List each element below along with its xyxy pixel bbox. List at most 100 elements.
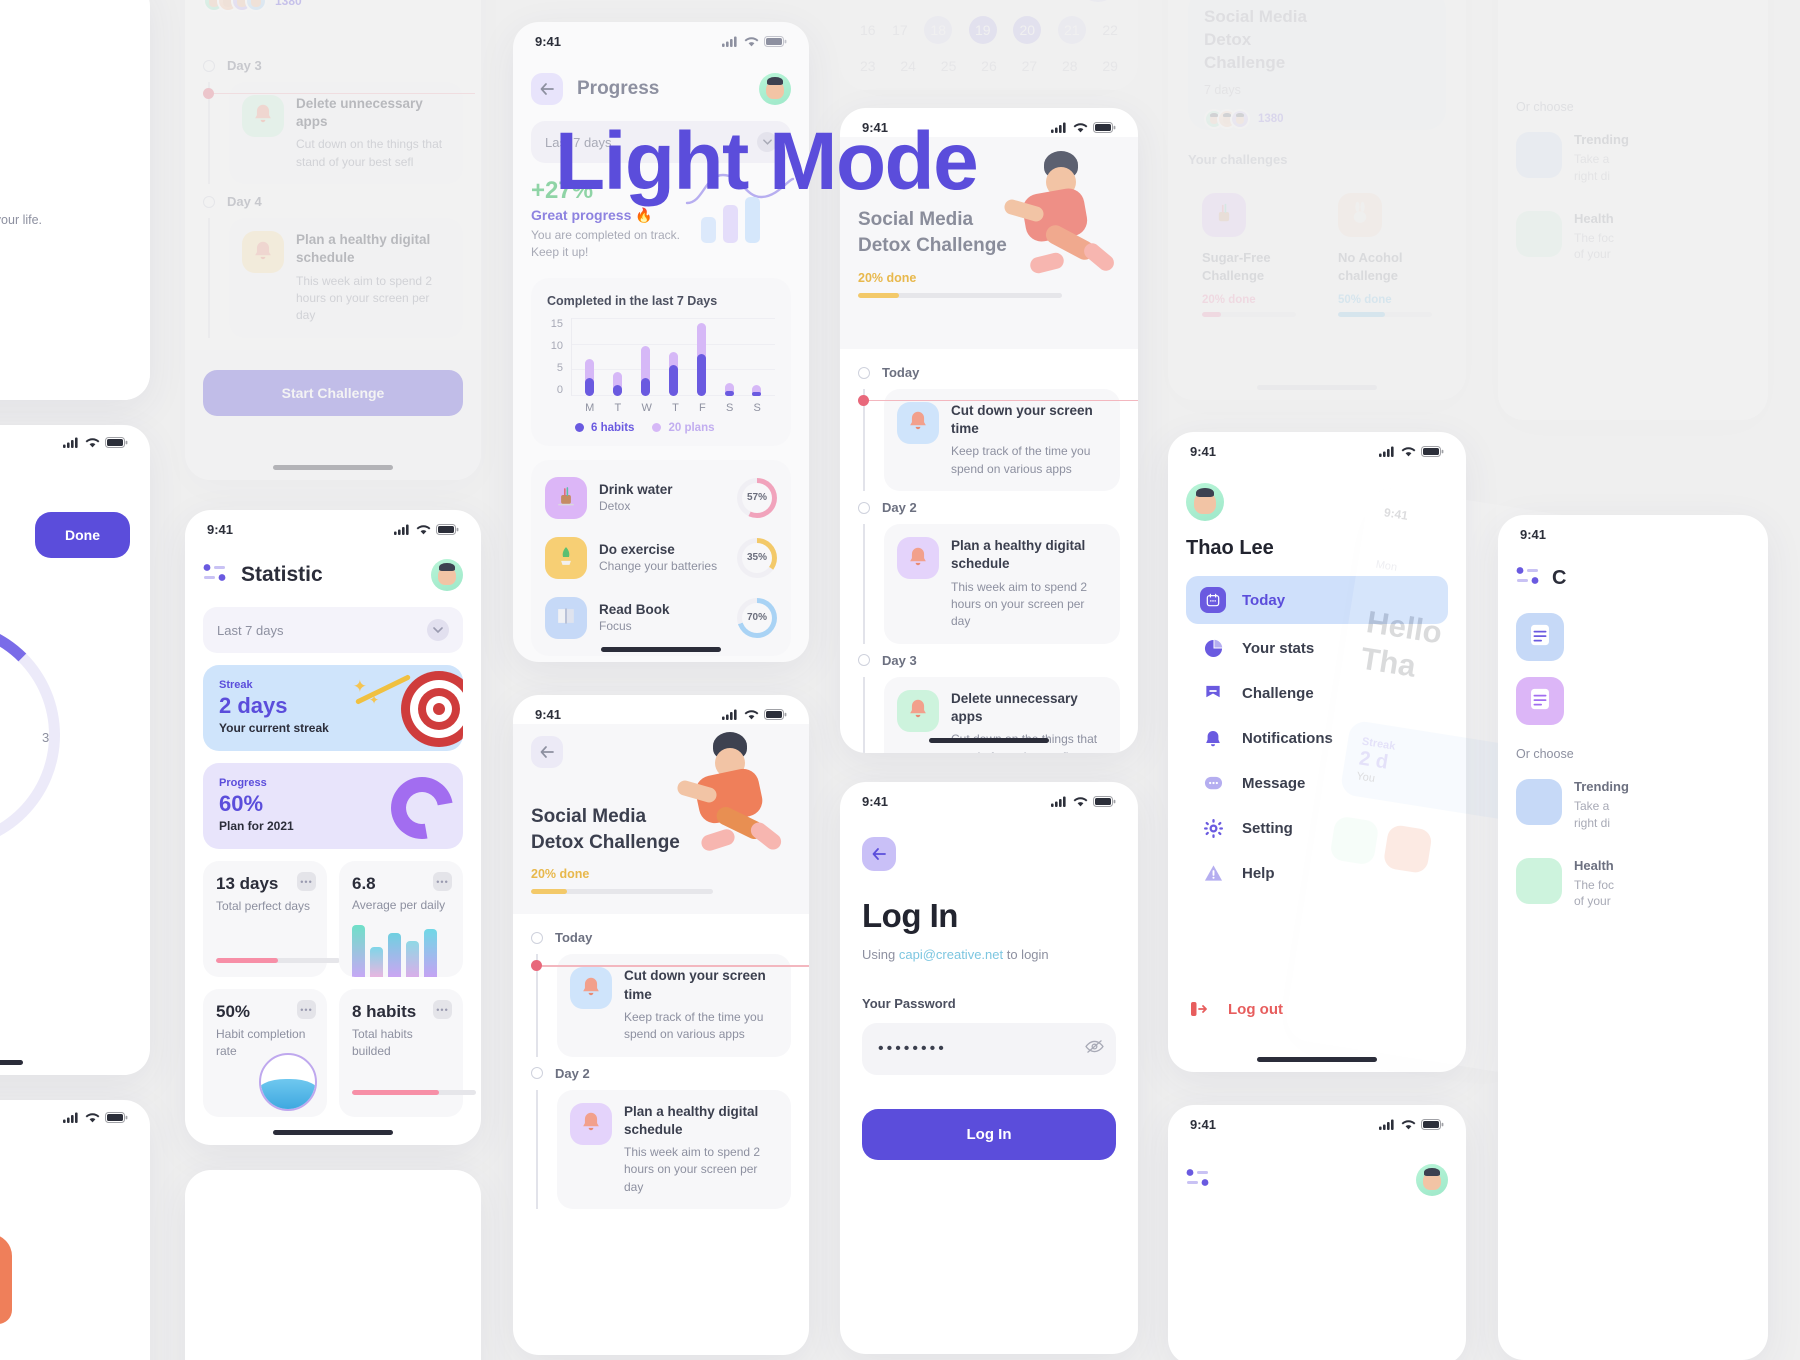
timeline-item[interactable]: Plan a healthy digital schedule This wee… (229, 218, 463, 338)
chart-bar-base (613, 385, 623, 396)
habit-name: Do exercise (599, 542, 675, 558)
y-tick: 0 (556, 383, 563, 396)
progress-card[interactable]: Progress 60% Plan for 2021 (203, 763, 463, 849)
avatar[interactable] (1186, 483, 1224, 521)
x-tick: T (672, 401, 679, 414)
plus-icon[interactable]: + (1077, 0, 1118, 2)
chevron-down-icon[interactable] (427, 619, 449, 641)
status-time: 9:41 (1520, 527, 1547, 542)
calendar-day[interactable]: 25 (941, 58, 957, 74)
timeline-item[interactable]: Plan a healthy digital schedule This wee… (557, 1089, 791, 1210)
timeline-item[interactable]: Plan a healthy digital schedule This wee… (884, 524, 1120, 644)
calendar-day[interactable]: 17 (892, 22, 908, 38)
challenge-card[interactable]: No Acohol challenge 50% done (1324, 179, 1446, 332)
calendar-day[interactable]: 22 (1102, 22, 1118, 38)
habit-row[interactable]: Drink water Detox 57% (545, 468, 777, 528)
login-submit-button[interactable]: Log In (862, 1109, 1116, 1160)
item-title: Trending (1574, 779, 1629, 794)
calendar-day[interactable]: 11 (928, 0, 943, 2)
stat-card[interactable]: 6.8 Average per daily ••• (339, 861, 463, 977)
checklist-icon (1516, 677, 1564, 725)
bell-icon (897, 537, 939, 580)
home-indicator (273, 465, 393, 470)
avatar[interactable] (431, 559, 463, 591)
timeline-item[interactable]: Cut down your screen time Keep track of … (557, 954, 791, 1057)
back-arrow-icon[interactable] (531, 73, 563, 105)
battery-icon (1093, 796, 1116, 807)
calendar-day[interactable]: 29 (1102, 58, 1118, 74)
statistic-screen[interactable]: 9:41 Statistic Last 7 days Streak 2 days… (185, 510, 481, 1145)
timeline-ring-icon (858, 366, 870, 379)
login-email-link[interactable]: capi@creative.net (899, 947, 1003, 962)
calendar-day[interactable]: 26 (981, 58, 997, 74)
logout-button[interactable]: Log out (1186, 1000, 1283, 1018)
chart-bar (585, 359, 595, 396)
stat-card[interactable]: 8 habits Total habits builded ••• (339, 989, 476, 1117)
challenge-detail-screen[interactable]: 9:41 Social Media Detox Challenge 20% do… (513, 695, 809, 1355)
timeline-ring-icon (531, 931, 543, 944)
more-dots-icon[interactable]: ••• (433, 872, 452, 891)
logout-icon (1186, 1000, 1212, 1018)
timeline-ring-icon (531, 1067, 543, 1079)
signal-icon (63, 437, 78, 448)
more-dots-icon[interactable]: ••• (297, 872, 316, 891)
calendar-day[interactable]: 10 (890, 0, 906, 2)
start-challenge-button[interactable]: Start Challenge (203, 370, 463, 416)
timeline-item[interactable]: Cut down your screen time Keep track of … (884, 389, 1120, 492)
habit-sub: Change your batteries (599, 559, 718, 574)
streak-card[interactable]: Streak 2 days Your current streak ✦ ✦ (203, 665, 463, 751)
range-selector[interactable]: Last 7 days (203, 607, 463, 653)
progress-sub-2: Keep it up! (531, 245, 589, 260)
calendar-day[interactable]: 9 (860, 0, 868, 2)
calendar-day-selected[interactable]: 20 (1013, 16, 1042, 44)
or-choose-label: Or choose (1516, 100, 1574, 114)
calendar-day[interactable]: 27 (1022, 58, 1038, 74)
calendar-day-selected[interactable]: 21 (1057, 16, 1086, 44)
calendar-day[interactable]: 16 (860, 22, 876, 38)
calendar-day[interactable]: 14 (1040, 0, 1056, 2)
item-desc-1: The foc (1574, 230, 1615, 245)
habits-list[interactable]: Drink water Detox 57% Do exercise Change… (531, 459, 791, 656)
calendar-strip[interactable]: 9 10 11 12 13 14 + 16 17 18 19 20 21 22 … (860, 0, 1118, 74)
calendar-day[interactable]: 24 (900, 58, 916, 74)
login-screen[interactable]: 9:41 Log In Using capi@creative.net to l… (840, 782, 1138, 1354)
eye-off-icon[interactable] (1085, 1039, 1104, 1059)
calendar-day[interactable]: 12 (965, 0, 981, 2)
chart-bar-base (641, 377, 651, 396)
water-ring (259, 1053, 317, 1111)
chart-bar (752, 385, 762, 396)
challenge-title-line2: Detox Challenge (858, 234, 1007, 256)
y-tick: 10 (550, 339, 563, 352)
stat-card[interactable]: 13 days Total perfect days ••• (203, 861, 340, 977)
done-button[interactable]: Done (35, 512, 130, 558)
more-dots-icon[interactable]: ••• (297, 1000, 316, 1019)
chart-y-axis: 15 10 5 0 (547, 318, 571, 396)
back-arrow-icon[interactable] (862, 837, 896, 871)
pie-chart-icon (1200, 639, 1226, 658)
chart-x-axis: MTWTFSS (547, 396, 775, 414)
calendar-day-selected[interactable]: 19 (968, 16, 997, 44)
signal-icon (1051, 796, 1066, 807)
timeline-ring-icon (203, 195, 215, 208)
calendar-screen-faded: 9 10 11 12 13 14 + 16 17 18 19 20 21 22 … (840, 0, 1138, 90)
calendar-day[interactable]: 13 (1002, 0, 1018, 2)
challenge-card-done: 50% done (1338, 294, 1392, 307)
challenge-card[interactable]: Sugar-Free Challenge 20% done (1188, 179, 1310, 332)
timer-screen-cropped: Done 12 3 6 :25 (0, 425, 150, 1075)
stat-card[interactable]: 50% Habit completion rate ••• (203, 989, 327, 1117)
habit-row[interactable]: Read Book Focus 70% (545, 588, 777, 648)
back-arrow-icon[interactable] (531, 736, 563, 768)
habit-row[interactable]: Do exercise Change your batteries 35% (545, 528, 777, 588)
calendar-day[interactable]: 28 (1062, 58, 1078, 74)
avatar[interactable] (759, 73, 791, 105)
calendar-day[interactable]: 23 (860, 58, 876, 74)
wifi-icon (744, 710, 759, 720)
password-input[interactable] (878, 1040, 1085, 1058)
calendar-day-selected[interactable]: 18 (924, 16, 953, 44)
more-dots-icon[interactable]: ••• (433, 1000, 452, 1019)
status-icons (1379, 1119, 1444, 1130)
timeline-item[interactable]: Delete unnecessary apps Cut down on the … (229, 82, 463, 185)
password-field[interactable] (862, 1023, 1116, 1075)
timeline-item-title: Delete unnecessary apps (296, 96, 423, 130)
avatar[interactable] (1416, 1164, 1448, 1196)
